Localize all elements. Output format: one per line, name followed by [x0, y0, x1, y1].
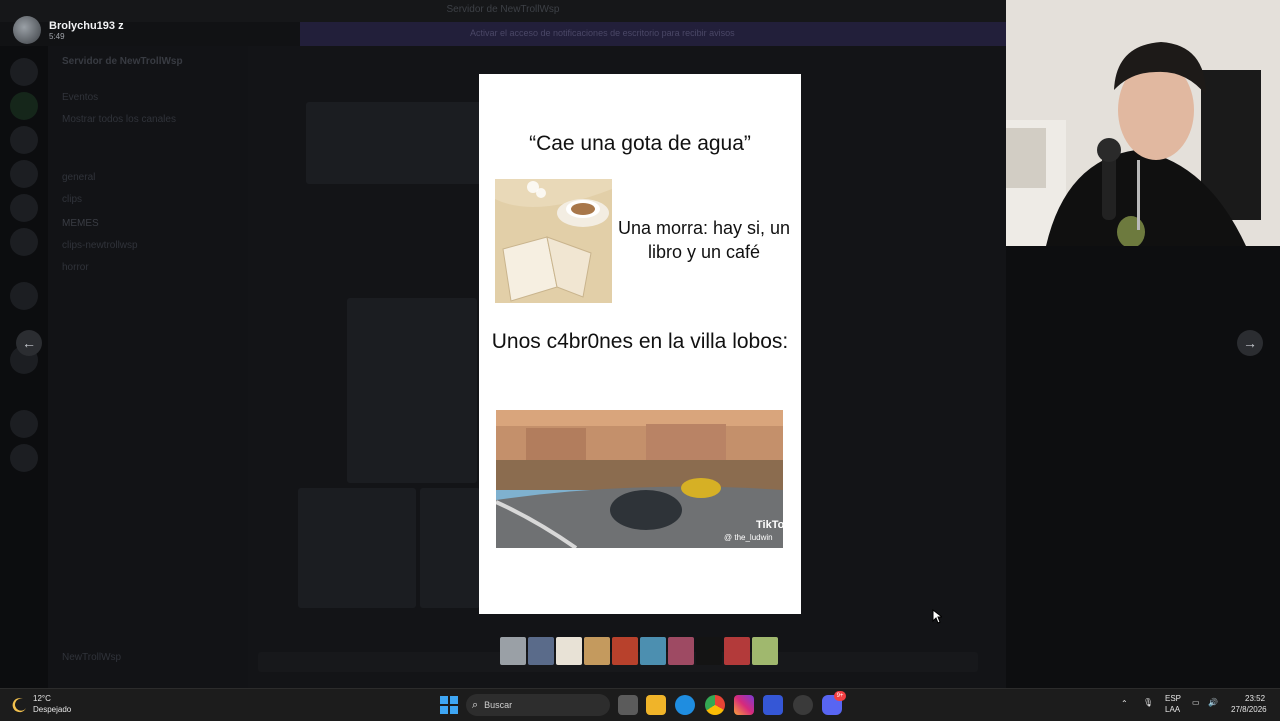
watermark-brand: TikTok	[756, 519, 783, 531]
file-explorer-icon[interactable]	[646, 695, 666, 715]
channel-item[interactable]: Mostrar todos los canales	[62, 114, 176, 125]
avatar	[13, 16, 41, 44]
notification-banner: Activar el acceso de notificaciones de e…	[300, 22, 1006, 46]
thumbnail-strip	[500, 637, 778, 665]
windows-taskbar: 12°C Despejado ⌕ Buscar 9+ ⌃ 🎙 ESP LAA ▭…	[0, 688, 1280, 721]
message-attachment	[420, 488, 480, 608]
channel-item[interactable]: clips-newtrollwsp	[62, 240, 138, 251]
meme-caption-bottom: Unos c4br0nes en la villa lobos:	[491, 330, 789, 353]
volume-icon[interactable]: 🔊	[1208, 698, 1218, 707]
thumbnail[interactable]	[556, 637, 582, 665]
discord-badge: 9+	[834, 691, 846, 701]
arrow-left-icon: ←	[22, 335, 36, 351]
previous-button[interactable]: ←	[16, 330, 42, 356]
thumbnail[interactable]	[612, 637, 638, 665]
server-name[interactable]: Servidor de NewTrollWsp	[62, 56, 183, 67]
channel-item[interactable]: MEMES	[62, 218, 99, 229]
language-top[interactable]: ESP	[1165, 694, 1181, 703]
moon-icon	[12, 698, 26, 713]
arrow-right-icon: →	[1243, 335, 1257, 351]
thumbnail[interactable]	[584, 637, 610, 665]
server-icon[interactable]	[10, 160, 38, 188]
channel-item[interactable]: Eventos	[62, 92, 98, 103]
task-view-icon[interactable]	[618, 695, 638, 715]
thumbnail[interactable]	[500, 637, 526, 665]
viewer-author: Brolychu193 z 5:49	[13, 8, 268, 52]
server-icon[interactable]	[10, 228, 38, 256]
image-viewer: “Cae una gota de agua” Una morra: hay si…	[479, 74, 801, 614]
meme-caption-top: “Cae una gota de agua”	[529, 132, 751, 155]
message-attachment	[306, 102, 486, 184]
channel-item[interactable]: general	[62, 172, 95, 183]
author-name: Brolychu193 z	[49, 19, 124, 32]
search-icon: ⌕	[472, 698, 479, 711]
server-icon[interactable]	[10, 444, 38, 472]
microphone-icon[interactable]: 🎙	[1143, 698, 1153, 707]
channel-list: Servidor de NewTrollWsp Eventos Mostrar …	[48, 46, 248, 688]
app-icon[interactable]	[763, 695, 783, 715]
current-user-name[interactable]: NewTrollWsp	[62, 652, 121, 663]
channel-item[interactable]: horror	[62, 262, 89, 273]
server-icon[interactable]	[10, 126, 38, 154]
channel-item[interactable]: clips	[62, 194, 82, 205]
windows-start-icon[interactable]	[440, 696, 458, 714]
edge-icon[interactable]	[675, 695, 695, 715]
server-icon[interactable]	[10, 92, 38, 120]
chrome-icon[interactable]	[705, 695, 725, 715]
webcam-image	[1006, 0, 1280, 246]
clock-date[interactable]: 27/8/2026	[1231, 705, 1267, 714]
search-box[interactable]: ⌕ Buscar	[466, 694, 610, 716]
book-coffee-image	[495, 179, 612, 303]
thumbnail[interactable]	[668, 637, 694, 665]
weather-desc[interactable]: Despejado	[33, 705, 71, 714]
banner-text: Activar el acceso de notificaciones de e…	[470, 28, 735, 38]
clock-time[interactable]: 23:52	[1245, 694, 1265, 703]
server-icon[interactable]	[10, 282, 38, 310]
webcam-overlay	[1006, 0, 1280, 246]
network-icon[interactable]: ▭	[1192, 698, 1200, 707]
thumbnail[interactable]	[528, 637, 554, 665]
instagram-icon[interactable]	[734, 695, 754, 715]
next-button[interactable]: →	[1237, 330, 1263, 356]
language-bottom[interactable]: LAA	[1165, 705, 1180, 714]
thumbnail[interactable]	[640, 637, 666, 665]
watermark-handle: @ the_ludwin	[724, 533, 773, 542]
obs-icon[interactable]	[793, 695, 813, 715]
server-icon[interactable]	[10, 410, 38, 438]
message-attachment	[298, 488, 416, 608]
server-icon[interactable]	[10, 58, 38, 86]
weather-temp[interactable]: 12°C	[33, 694, 51, 703]
server-list	[0, 46, 48, 688]
chevron-up-icon[interactable]: ⌃	[1121, 699, 1128, 708]
thumbnail[interactable]	[724, 637, 750, 665]
thumbnail[interactable]	[752, 637, 778, 665]
meme-side-text: Una morra: hay si, un libro y un café	[617, 218, 791, 262]
search-placeholder: Buscar	[484, 700, 513, 710]
message-attachment	[347, 298, 477, 483]
author-time: 5:49	[49, 31, 65, 41]
thumbnail[interactable]	[696, 637, 722, 665]
mouse-cursor-icon	[932, 609, 942, 624]
racing-video-frame: TikTok @ the_ludwin	[496, 410, 783, 548]
server-icon[interactable]	[10, 194, 38, 222]
